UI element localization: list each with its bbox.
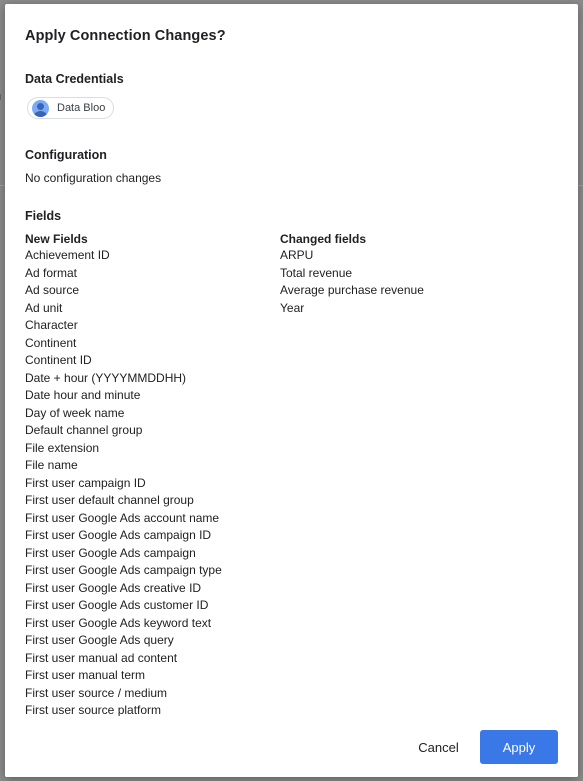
field-item: Ad source: [25, 283, 80, 297]
field-item: Ad format: [25, 265, 78, 280]
configuration-heading: Configuration: [25, 148, 107, 162]
changed-fields-heading: Changed fields: [280, 232, 367, 246]
dialog-scroll-area[interactable]: Data Credentials Data Bloo Configuration…: [5, 62, 578, 716]
credentials-heading: Data Credentials: [25, 72, 124, 86]
credential-user-name: Data Bloo: [57, 102, 106, 114]
changed-fields-list: ARPU Total revenue Average purchase revenu…: [280, 247, 424, 317]
field-item: First user Google Ads customer ID: [25, 598, 209, 612]
field-item: First user manual ad content: [25, 650, 178, 665]
apply-button[interactable]: Apply: [480, 730, 558, 764]
field-item: File name: [25, 458, 78, 472]
apply-connection-dialog: Apply Connection Changes? Data Credentia…: [5, 4, 578, 777]
field-item: Average purchase revenue: [280, 283, 424, 297]
field-item: First user Google Ads query: [25, 633, 174, 647]
field-item: First user source / medium: [25, 685, 168, 700]
field-item: First user Google Ads creative ID: [25, 580, 202, 595]
field-item: Character: [25, 318, 78, 332]
field-item: First user source platform: [25, 703, 162, 716]
field-item: First user campaign ID: [25, 475, 146, 490]
credential-user-chip: Data Bloo: [27, 97, 114, 119]
new-fields-heading: New Fields: [25, 232, 88, 246]
user-avatar-icon: [32, 99, 49, 117]
field-item: Day of week name: [25, 405, 125, 420]
field-item: Date + hour (YYYYMMDDHH): [25, 370, 187, 385]
field-item: First user Google Ads account name: [25, 510, 220, 525]
new-fields-list: Achievement ID Ad format Ad source Ad unit C…: [25, 247, 222, 716]
field-item: ARPU: [280, 248, 314, 262]
dialog-title: Apply Connection Changes?: [25, 28, 226, 44]
dialog-footer: Cancel Apply: [5, 716, 578, 777]
field-item: First user Google Ads keyword text: [25, 615, 212, 630]
field-item: Default channel group: [25, 423, 143, 437]
cancel-button[interactable]: Cancel: [405, 730, 472, 764]
fields-heading: Fields: [25, 209, 62, 223]
field-item: First user Google Ads campaign: [25, 545, 196, 560]
field-item: Ad unit: [25, 300, 63, 315]
field-item: First user manual term: [25, 668, 146, 682]
field-item: File extension: [25, 440, 100, 455]
field-item: First user Google Ads campaign ID: [25, 528, 212, 542]
backdrop-glyph: [0, 94, 3, 100]
field-item: Year: [280, 300, 305, 315]
field-item: Total revenue: [280, 265, 353, 280]
field-item: Achievement ID: [25, 248, 110, 262]
configuration-status: No configuration changes: [25, 171, 162, 185]
field-item: First user default channel group: [25, 493, 194, 507]
field-item: Continent: [25, 335, 77, 350]
field-item: Continent ID: [25, 353, 92, 367]
field-item: First user Google Ads campaign type: [25, 563, 222, 577]
field-item: Date hour and minute: [25, 388, 141, 402]
